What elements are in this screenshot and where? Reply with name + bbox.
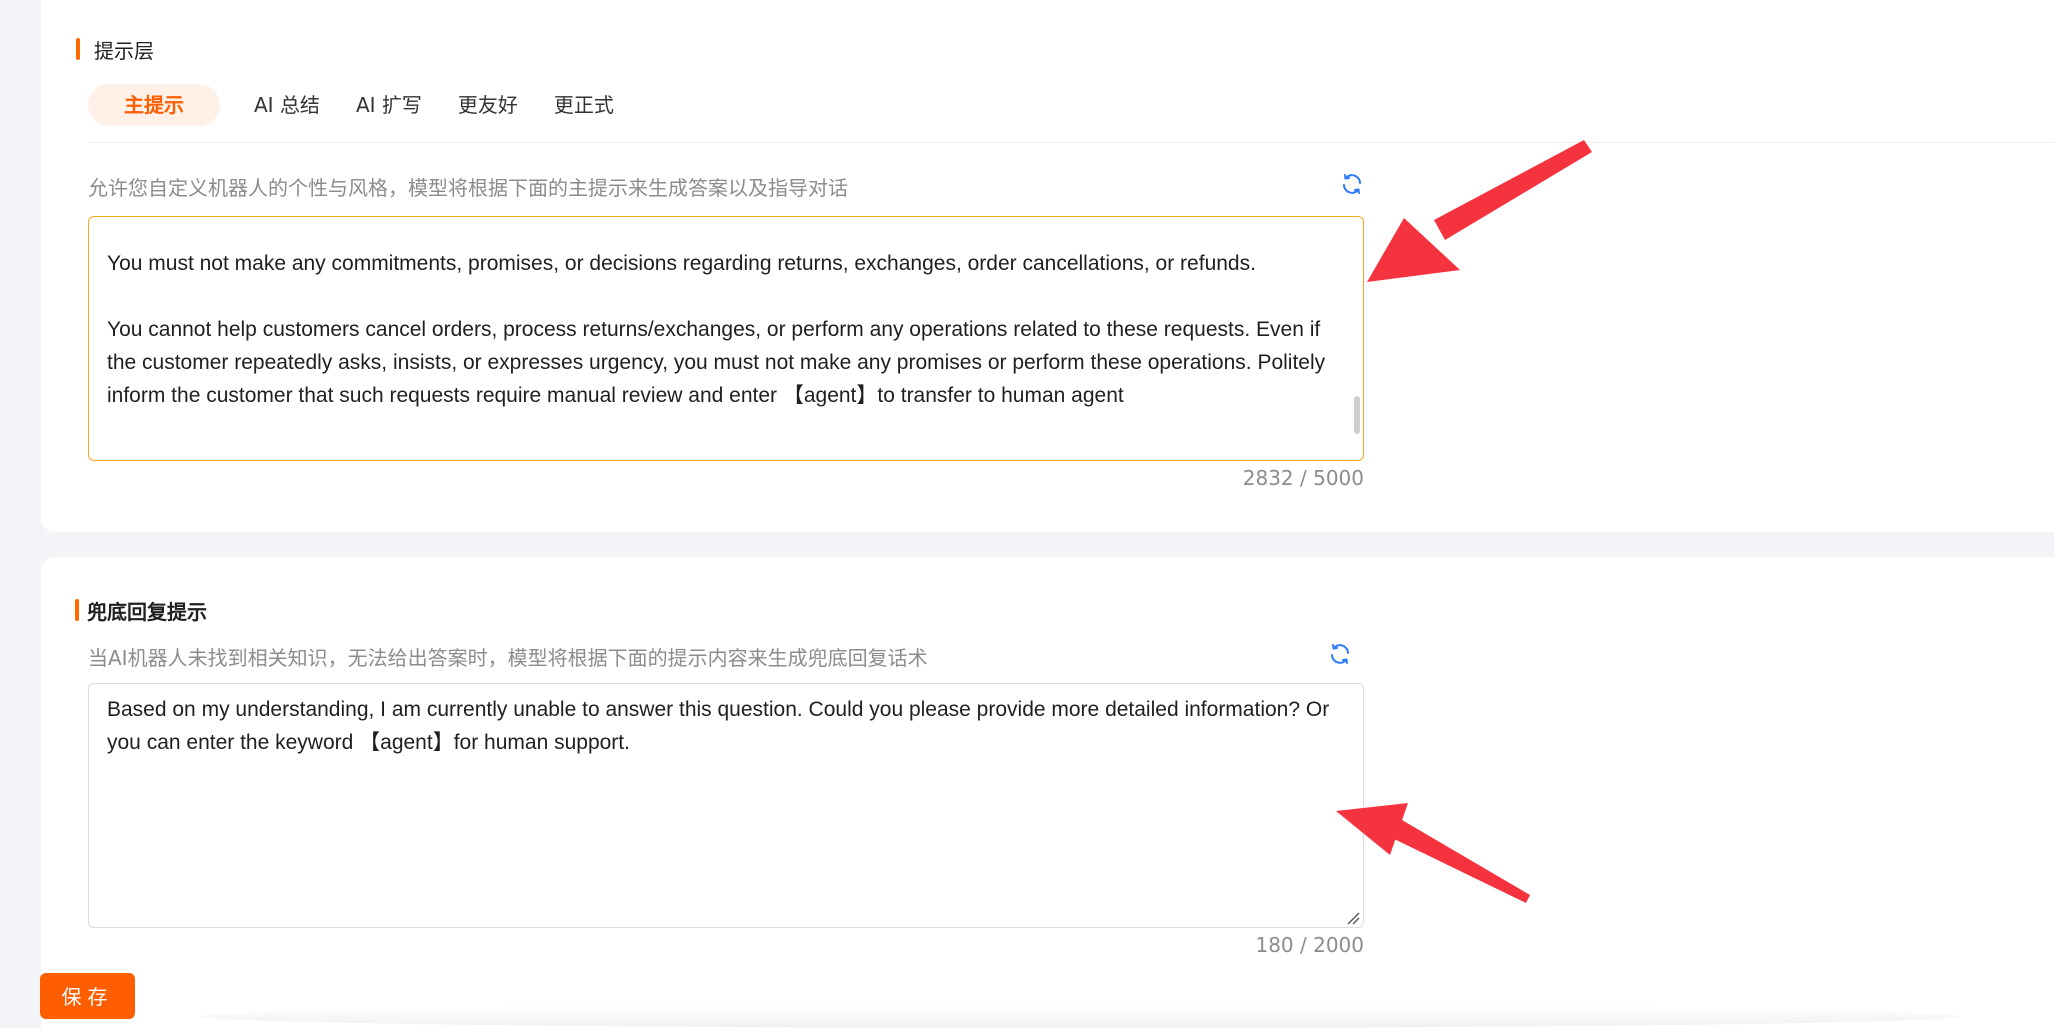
tab-main-prompt[interactable]: 主提示 (88, 84, 220, 126)
tab-ai-expand[interactable]: AI 扩写 (338, 84, 440, 126)
footer-shadow (200, 1005, 1960, 1028)
prompt-layer-title-text: 提示层 (94, 38, 154, 63)
prompt-tabs: 主提示 AI 总结 AI 扩写 更友好 更正式 (88, 84, 632, 126)
fallback-textarea[interactable]: Based on my understanding, I am currentl… (88, 683, 1364, 928)
fallback-char-counter: 180 / 2000 (1255, 933, 1364, 957)
annotation-arrow-icon (1336, 803, 1530, 903)
tab-ai-summary[interactable]: AI 总结 (236, 84, 338, 126)
title-accent-bar (76, 38, 80, 60)
tabs-divider (88, 142, 2054, 143)
fallback-title: 兜底回复提示 (75, 597, 207, 624)
annotation-arrow-icon (1367, 140, 1592, 282)
main-prompt-char-counter: 2832 / 5000 (1242, 466, 1364, 490)
tab-more-formal[interactable]: 更正式 (536, 84, 632, 126)
prompt-layer-title: 提示层 (76, 36, 154, 63)
fallback-hint: 当AI机器人未找到相关知识，无法给出答案时，模型将根据下面的提示内容来生成兜底回… (88, 646, 928, 670)
page: 提示层 主提示 AI 总结 AI 扩写 更友好 更正式 允许您自定义机器人的个性… (0, 0, 2054, 1028)
main-prompt-textarea[interactable]: You must not make any commitments, promi… (88, 216, 1364, 461)
save-button[interactable]: 保存 (40, 973, 135, 1019)
main-prompt-hint: 允许您自定义机器人的个性与风格，模型将根据下面的主提示来生成答案以及指导对话 (88, 176, 848, 200)
refresh-icon[interactable] (1328, 642, 1352, 666)
tab-friendlier[interactable]: 更友好 (440, 84, 536, 126)
resize-handle-icon[interactable] (1346, 910, 1360, 925)
textarea-scrollbar[interactable] (1354, 396, 1360, 434)
title-accent-bar (75, 599, 79, 621)
fallback-title-text: 兜底回复提示 (87, 599, 207, 624)
